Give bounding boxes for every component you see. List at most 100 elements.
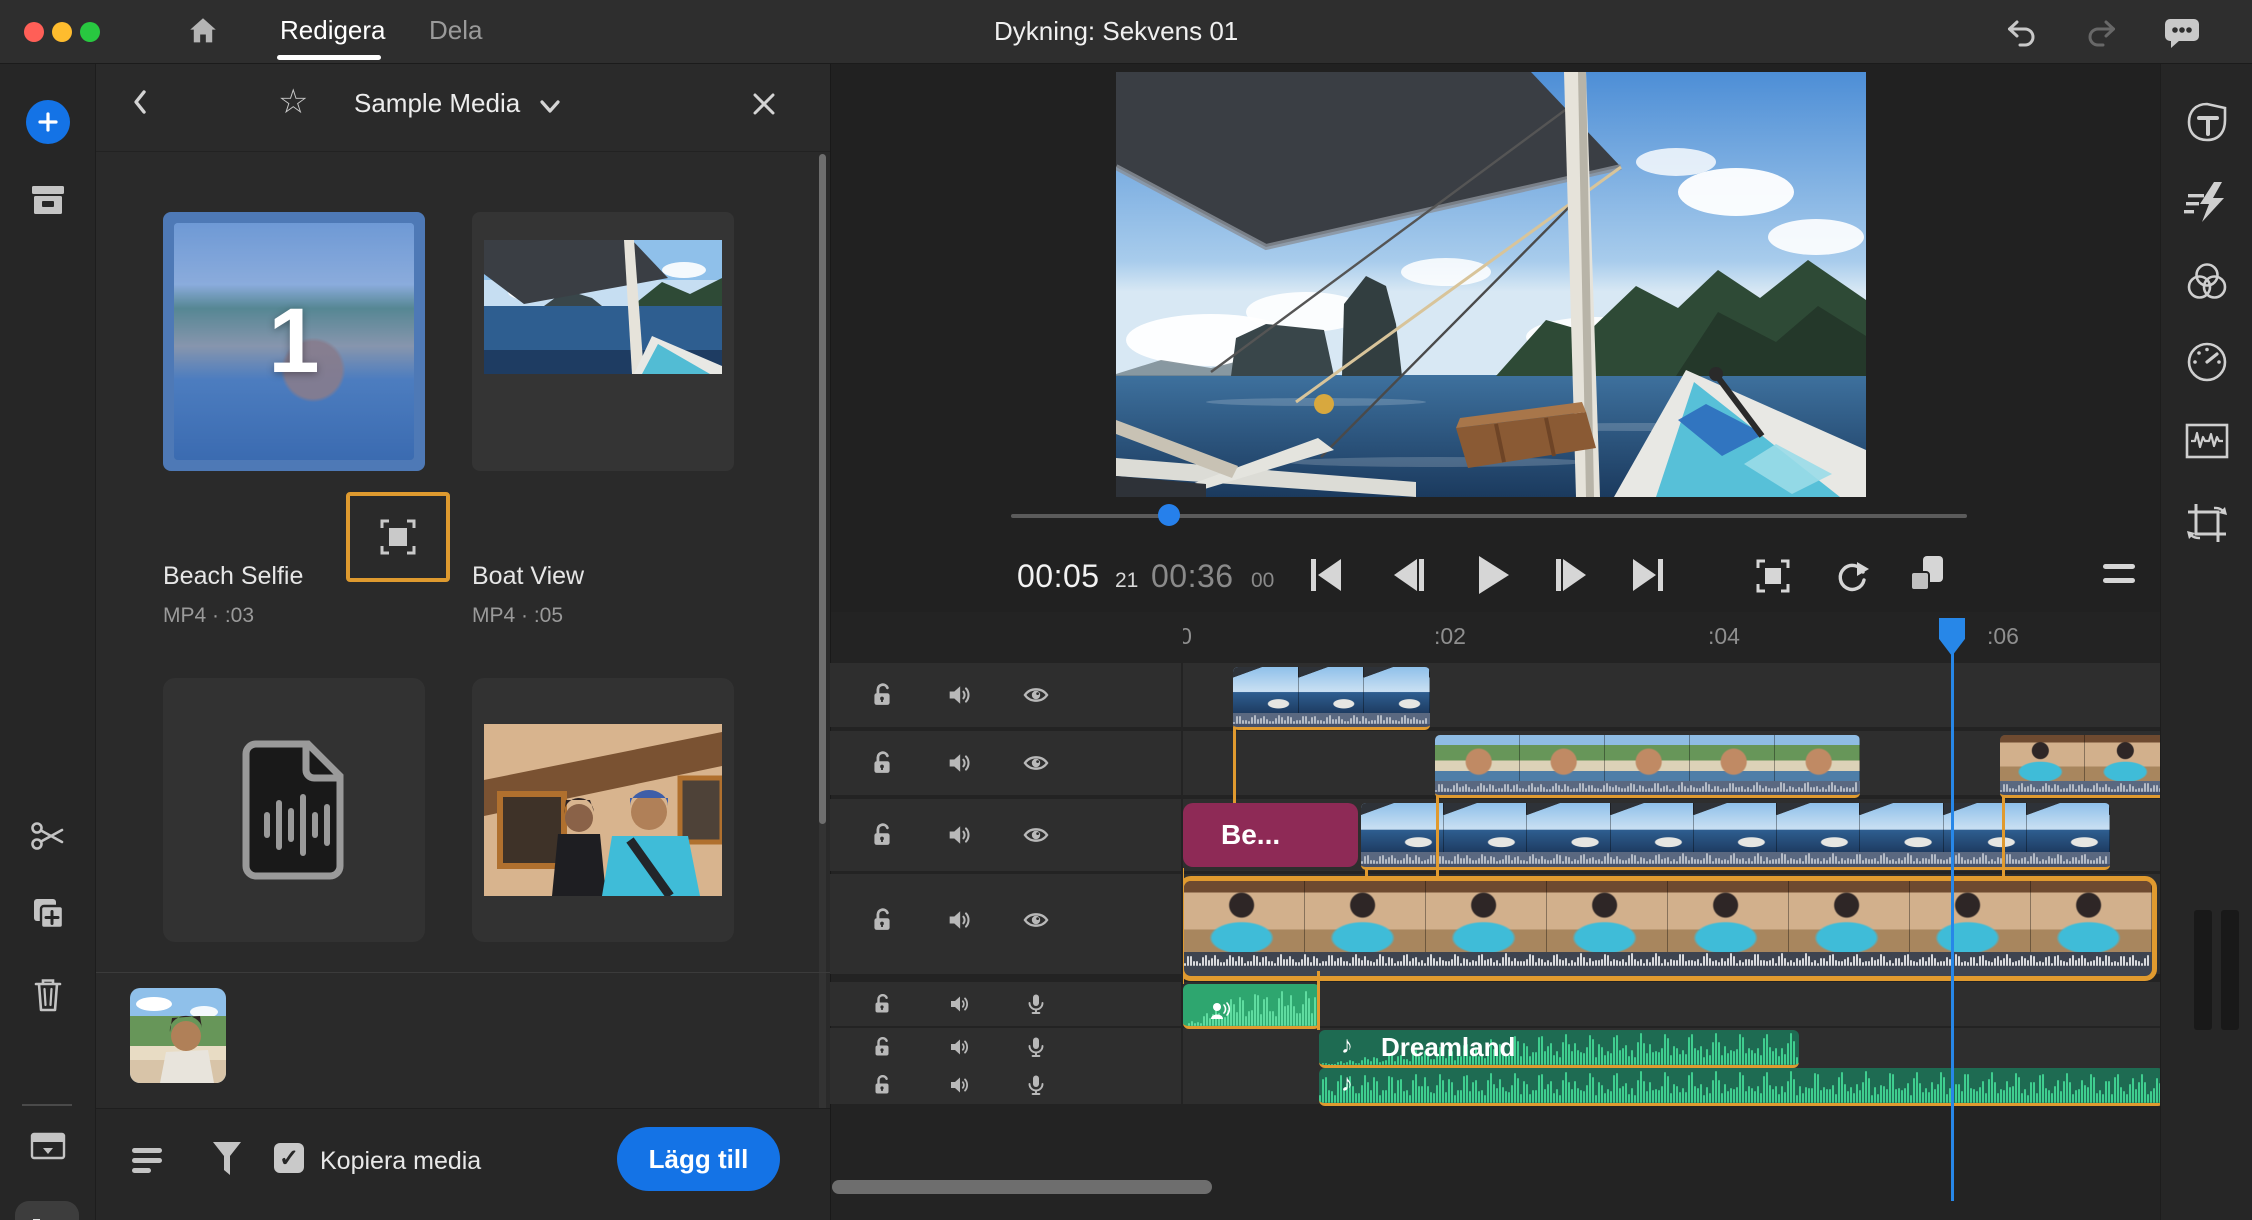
graphics-icon bbox=[2185, 100, 2229, 144]
playhead-handle[interactable] bbox=[1939, 618, 1965, 656]
media-item-audio-file[interactable] bbox=[163, 678, 425, 942]
preview-video[interactable] bbox=[1116, 72, 1866, 497]
expand-preview-button[interactable] bbox=[346, 492, 450, 582]
track-head-main bbox=[830, 874, 1183, 974]
mic-icon[interactable] bbox=[1024, 992, 1048, 1016]
media-source-title[interactable]: Sample Media bbox=[354, 88, 520, 119]
clip-filmstrip bbox=[2000, 735, 2160, 781]
speed-button[interactable] bbox=[2161, 340, 2252, 384]
queued-clip-thumbnail[interactable] bbox=[130, 988, 226, 1083]
volume-icon[interactable] bbox=[947, 1073, 971, 1097]
media-item-boat-view[interactable] bbox=[472, 212, 734, 471]
clip-boat-v3[interactable] bbox=[1233, 667, 1430, 730]
volume-icon[interactable] bbox=[945, 681, 973, 709]
visibility-icon[interactable] bbox=[1022, 906, 1050, 934]
lock-icon[interactable] bbox=[870, 992, 894, 1016]
scissors-icon bbox=[28, 816, 68, 856]
close-window-button[interactable] bbox=[24, 22, 44, 42]
visibility-icon[interactable] bbox=[1022, 681, 1050, 709]
visibility-icon[interactable] bbox=[1022, 821, 1050, 849]
lock-icon[interactable] bbox=[868, 906, 896, 934]
timeline-viewport[interactable]: :00 :02 :04 :06 Be... ♪ Dreamland bbox=[1183, 615, 2160, 1205]
clip-voiceover[interactable] bbox=[1183, 984, 1320, 1029]
graphics-button[interactable] bbox=[2161, 100, 2252, 144]
minimize-window-button[interactable] bbox=[52, 22, 72, 42]
favorite-star-icon[interactable]: ☆ bbox=[278, 82, 308, 122]
transitions-icon bbox=[2184, 180, 2230, 224]
preview-scrubber-track[interactable] bbox=[1011, 514, 1967, 518]
clip-audio-strip bbox=[1184, 952, 2152, 966]
home-icon[interactable] bbox=[186, 14, 220, 48]
visibility-icon[interactable] bbox=[1022, 749, 1050, 777]
fullscreen-button[interactable] bbox=[1753, 556, 1793, 596]
clip-beach-v2[interactable] bbox=[1435, 735, 1860, 798]
media-browser-button[interactable] bbox=[0, 180, 95, 218]
track-head-v2 bbox=[830, 731, 1183, 795]
clip-link-line bbox=[1317, 971, 1320, 1030]
volume-icon[interactable] bbox=[945, 906, 973, 934]
feedback-icon[interactable] bbox=[2162, 15, 2202, 51]
zoom-window-button[interactable] bbox=[80, 22, 100, 42]
skip-to-end-button[interactable] bbox=[1631, 556, 1667, 594]
tab-redigera[interactable]: Redigera bbox=[280, 15, 386, 46]
hide-timeline-button[interactable] bbox=[0, 1130, 95, 1162]
chevron-down-icon[interactable] bbox=[538, 98, 562, 116]
copy-media-checkbox[interactable]: ✓ bbox=[274, 1143, 304, 1173]
left-toolbar bbox=[0, 64, 96, 1220]
timeline-hscrollbar[interactable] bbox=[832, 1180, 1212, 1194]
volume-icon[interactable] bbox=[947, 1035, 971, 1059]
track-controls-button[interactable] bbox=[15, 1201, 79, 1220]
duplicate-clip-button[interactable] bbox=[0, 894, 95, 936]
loop-button[interactable] bbox=[1833, 556, 1871, 594]
add-to-timeline-button[interactable]: Lägg till bbox=[617, 1127, 780, 1191]
close-icon[interactable] bbox=[750, 90, 778, 118]
lock-icon[interactable] bbox=[868, 749, 896, 777]
back-icon[interactable] bbox=[130, 86, 150, 118]
media-item-porch-selfie[interactable] bbox=[472, 678, 734, 942]
clip-porch-v2[interactable] bbox=[2000, 735, 2160, 798]
volume-icon[interactable] bbox=[947, 992, 971, 1016]
play-button[interactable] bbox=[1475, 554, 1511, 596]
transitions-button[interactable] bbox=[2161, 180, 2252, 224]
duplicate-icon bbox=[27, 894, 69, 936]
media-item-meta: MP4 · :03 bbox=[163, 604, 254, 628]
audio-meter-right bbox=[2221, 910, 2239, 1030]
clip-title-be[interactable]: Be... bbox=[1183, 803, 1358, 867]
clip-music-2[interactable]: ♪ bbox=[1319, 1068, 2160, 1106]
skip-to-start-button[interactable] bbox=[1307, 556, 1343, 594]
frame-back-button[interactable] bbox=[1391, 556, 1427, 594]
frame-forward-button[interactable] bbox=[1553, 556, 1589, 594]
split-clip-button[interactable] bbox=[0, 816, 95, 856]
boat-view-thumbnail bbox=[484, 240, 722, 374]
volume-icon[interactable] bbox=[945, 749, 973, 777]
music-clip-label: Dreamland bbox=[1381, 1032, 1515, 1063]
clip-music-dreamland[interactable]: ♪ Dreamland bbox=[1319, 1030, 1799, 1068]
playhead-line[interactable] bbox=[1951, 653, 1954, 1201]
lock-icon[interactable] bbox=[868, 821, 896, 849]
lock-icon[interactable] bbox=[870, 1035, 894, 1059]
add-media-button[interactable] bbox=[0, 100, 95, 144]
redo-icon[interactable] bbox=[2084, 15, 2120, 49]
filter-icon[interactable] bbox=[212, 1141, 242, 1179]
active-tab-underline bbox=[277, 55, 381, 60]
audio-button[interactable] bbox=[2161, 420, 2252, 462]
media-scrollbar-thumb[interactable] bbox=[819, 154, 826, 824]
lock-icon[interactable] bbox=[870, 1073, 894, 1097]
lock-icon[interactable] bbox=[868, 681, 896, 709]
sort-icon[interactable] bbox=[130, 1145, 166, 1177]
preview-scrubber-handle[interactable] bbox=[1158, 504, 1180, 526]
crop-rotate-button[interactable] bbox=[2161, 500, 2252, 546]
media-item-beach-selfie[interactable]: 1 bbox=[163, 212, 425, 471]
undo-icon[interactable] bbox=[2003, 15, 2039, 49]
volume-icon[interactable] bbox=[945, 821, 973, 849]
playback-quality-button[interactable] bbox=[1905, 552, 1949, 596]
color-button[interactable] bbox=[2161, 260, 2252, 304]
toolbar-divider bbox=[22, 1104, 72, 1106]
clip-boat-v1[interactable] bbox=[1361, 803, 2110, 870]
delete-button[interactable] bbox=[0, 974, 95, 1016]
clip-porch-selected[interactable] bbox=[1183, 876, 2157, 981]
timeline-menu-button[interactable] bbox=[2101, 562, 2137, 588]
mic-icon[interactable] bbox=[1024, 1035, 1048, 1059]
mic-icon[interactable] bbox=[1024, 1073, 1048, 1097]
tab-dela[interactable]: Dela bbox=[429, 15, 482, 46]
